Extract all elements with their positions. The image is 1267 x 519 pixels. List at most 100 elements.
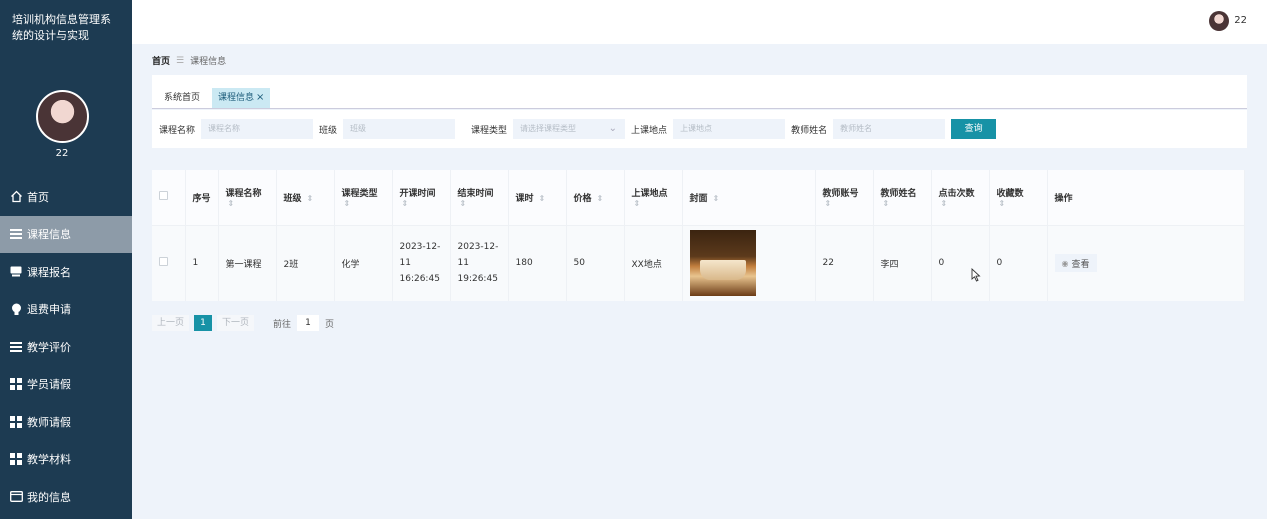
sidebar-user-name: 22 <box>55 148 69 159</box>
course-type-select[interactable]: 请选择课程类型 <box>513 119 626 139</box>
close-icon[interactable]: × <box>256 92 264 103</box>
cell-actions: ◉ 查看 <box>1047 225 1245 301</box>
sort-icon[interactable]: ⇕ <box>539 194 546 203</box>
col-clicks[interactable]: 点击次数 ⇕ <box>931 170 990 225</box>
col-label: 课程类型 <box>341 188 378 199</box>
sort-icon[interactable]: ⇕ <box>344 199 351 208</box>
breadcrumb-home[interactable]: 首页 <box>152 54 170 67</box>
sort-icon[interactable]: ⇕ <box>402 199 409 208</box>
list-icon <box>9 340 23 354</box>
sort-icon[interactable]: ⇕ <box>825 199 832 208</box>
page-unit-label: 页 <box>325 319 335 330</box>
sort-icon[interactable]: ⇕ <box>713 194 720 203</box>
course-table: 序号 课程名称 ⇕ 班级 ⇕ 课程类型 ⇕ 开课时间 ⇕ 结束时间 ⇕ 课时 ⇕ 价格 … <box>152 170 1245 301</box>
col-class[interactable]: 班级 ⇕ <box>276 170 335 225</box>
col-favorites[interactable]: 收藏数 ⇕ <box>989 170 1048 225</box>
start-time-text: 2023-12-11 16:26:45 <box>399 242 441 285</box>
list-icon <box>9 227 23 241</box>
sidebar-item-label: 学员请假 <box>27 378 71 392</box>
sort-icon[interactable]: ⇕ <box>597 194 604 203</box>
cell-course-name: 第一课程 <box>218 225 277 301</box>
sidebar-item-refund[interactable]: 退费申请 <box>0 291 132 329</box>
col-cover[interactable]: 封面 ⇕ <box>682 170 816 225</box>
sort-icon[interactable]: ⇕ <box>460 199 467 208</box>
col-label: 价格 <box>573 193 592 204</box>
end-time-text: 2023-12-11 19:26:45 <box>457 242 499 285</box>
cover-image[interactable] <box>689 230 756 297</box>
breadcrumb-separator-icon: ☰ <box>176 55 185 66</box>
row-checkbox[interactable] <box>159 257 168 267</box>
cell-cover <box>682 225 816 301</box>
system-title: 培训机构信息管理系统的设计与实现 <box>12 13 111 42</box>
row-checkbox-cell <box>152 225 186 301</box>
teacher-name-label: 教师姓名 <box>791 125 828 136</box>
col-end-time[interactable]: 结束时间 ⇕ <box>450 170 509 225</box>
sort-icon[interactable]: ⇕ <box>941 199 948 208</box>
col-index: 序号 <box>185 170 219 225</box>
query-button[interactable]: 查询 <box>951 119 997 139</box>
sidebar-item-course-enroll[interactable]: 课程报名 <box>0 253 132 291</box>
sidebar-item-label: 课程报名 <box>27 265 71 279</box>
sidebar-item-label: 教学材料 <box>27 453 71 467</box>
sidebar-item-course-info[interactable]: 课程信息 <box>0 215 132 253</box>
next-page-button[interactable]: 下一页 <box>217 315 255 331</box>
prev-page-button[interactable]: 上一页 <box>152 315 190 331</box>
bulb-icon <box>9 302 23 316</box>
window-icon <box>9 490 23 504</box>
cell-price: 50 <box>566 225 625 301</box>
sort-icon[interactable]: ⇕ <box>307 194 314 203</box>
tab-system-home[interactable]: 系统首页 <box>158 88 206 108</box>
sort-icon[interactable]: ⇕ <box>634 199 641 208</box>
grid-icon <box>9 415 23 429</box>
col-teacher-account[interactable]: 教师账号 ⇕ <box>815 170 874 225</box>
topbar-user-name[interactable]: 22 <box>1234 15 1247 26</box>
cell-location: XX地点 <box>624 225 683 301</box>
table-row: 1 第一课程 2班 化学 2023-12-11 16:26:45 2023-12… <box>152 225 1245 301</box>
course-name-input[interactable]: 课程名称 <box>201 119 314 139</box>
cell-hours: 180 <box>508 225 567 301</box>
col-price[interactable]: 价格 ⇕ <box>566 170 625 225</box>
tab-label: 课程信息 <box>218 93 255 103</box>
col-start-time[interactable]: 开课时间 ⇕ <box>392 170 451 225</box>
tab-bar: 系统首页 课程信息 × <box>152 75 1247 109</box>
grid-icon <box>9 377 23 391</box>
topbar: 22 <box>132 0 1267 44</box>
sidebar: 培训机构信息管理系统的设计与实现 22 首页 课程信息 课程报名 退费申请 教学… <box>0 0 132 519</box>
col-actions: 操作 <box>1047 170 1245 225</box>
pagination: 上一页 1 下一页 前往 1 页 <box>152 315 334 331</box>
sidebar-item-my-info[interactable]: 我的信息 <box>0 478 132 516</box>
col-label: 点击次数 <box>938 188 975 199</box>
topbar-avatar[interactable] <box>1209 11 1229 31</box>
sidebar-item-label: 课程信息 <box>27 228 71 242</box>
page-number-1[interactable]: 1 <box>194 315 213 331</box>
location-input[interactable]: 上课地点 <box>673 119 786 139</box>
location-label: 上课地点 <box>631 125 668 136</box>
goto-page-input[interactable]: 1 <box>297 315 320 331</box>
view-button[interactable]: ◉ 查看 <box>1054 254 1097 273</box>
sidebar-item-home[interactable]: 首页 <box>0 178 132 216</box>
col-label: 上课地点 <box>631 188 668 199</box>
sort-icon[interactable]: ⇕ <box>999 199 1006 208</box>
col-course-name[interactable]: 课程名称 ⇕ <box>218 170 277 225</box>
sidebar-item-teacher-leave[interactable]: 教师请假 <box>0 403 132 441</box>
sidebar-item-evaluation[interactable]: 教学评价 <box>0 328 132 366</box>
sort-icon[interactable]: ⇕ <box>883 199 890 208</box>
col-label: 开课时间 <box>399 188 436 199</box>
sidebar-item-student-leave[interactable]: 学员请假 <box>0 366 132 404</box>
tab-course-info[interactable]: 课程信息 × <box>212 88 271 108</box>
class-input[interactable]: 班级 <box>343 119 456 139</box>
card-icon <box>9 265 23 279</box>
sidebar-item-label: 我的信息 <box>27 490 71 504</box>
col-course-type[interactable]: 课程类型 ⇕ <box>334 170 393 225</box>
sort-icon[interactable]: ⇕ <box>228 199 235 208</box>
course-name-label: 课程名称 <box>159 125 196 136</box>
select-all-checkbox[interactable] <box>159 191 168 201</box>
col-hours[interactable]: 课时 ⇕ <box>508 170 567 225</box>
col-teacher-name[interactable]: 教师姓名 ⇕ <box>873 170 932 225</box>
teacher-name-input[interactable]: 教师姓名 <box>833 119 946 139</box>
col-location[interactable]: 上课地点 ⇕ <box>624 170 683 225</box>
col-label: 封面 <box>689 193 708 204</box>
sidebar-item-materials[interactable]: 教学材料 <box>0 441 132 479</box>
cell-class: 2班 <box>276 225 335 301</box>
avatar[interactable] <box>36 90 89 143</box>
